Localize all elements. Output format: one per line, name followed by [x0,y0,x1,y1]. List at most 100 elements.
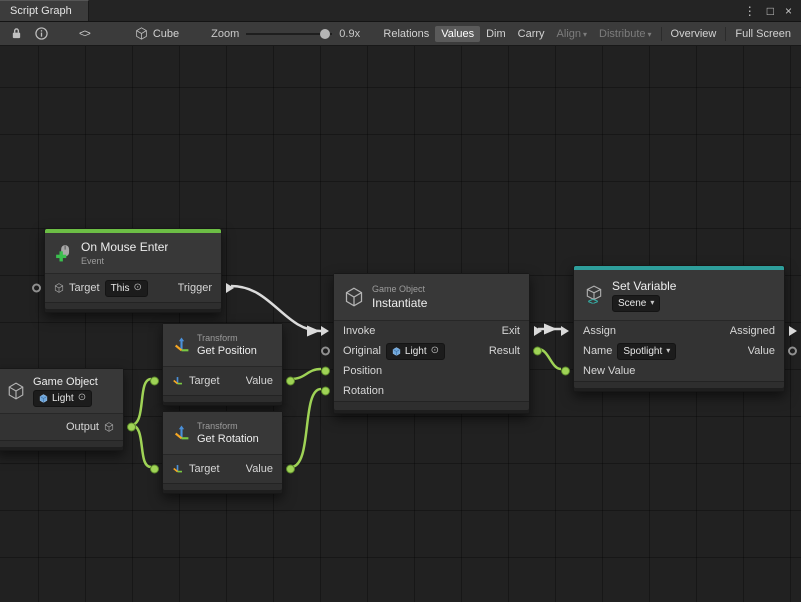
node-category: Transform [197,421,259,431]
context-button[interactable]: Cube [150,26,185,42]
port-row: Assign Assigned [574,320,784,341]
assign-label: Assign [583,325,616,337]
info-icon[interactable] [33,26,49,42]
assign-input-port[interactable] [561,326,569,336]
name-label: Name [583,345,612,357]
gameobject-cube-icon [343,286,365,308]
value-label: Value [246,463,273,475]
node-header: On Mouse Enter Event [45,233,221,273]
node-light-variable[interactable]: Game Object Light ⊙ Output [0,368,124,451]
gameobject-mini-icon [39,394,48,403]
wire-arrowhead [307,326,320,337]
target-input-port[interactable] [32,284,41,293]
window-controls: ⋮ □ × [744,0,801,21]
event-icon [54,243,74,263]
chevron-down-icon: ▾ [666,347,670,355]
overview-button[interactable]: Overview [665,26,723,42]
original-value-chip[interactable]: Light ⊙ [386,343,445,360]
chip-text: Light [52,392,74,405]
exit-output-port[interactable] [534,326,542,336]
port-row: Target Value [163,366,282,395]
new-value-input-port[interactable] [561,367,570,376]
variable-name-dropdown[interactable]: Spotlight ▾ [617,343,676,360]
window-close-icon[interactable]: × [785,5,792,17]
fullscreen-button[interactable]: Full Screen [729,26,797,42]
node-instantiate[interactable]: Game Object Instantiate Invoke Exit Orig… [333,273,530,414]
relations-button[interactable]: Relations [377,26,435,42]
lock-icon[interactable] [8,26,24,42]
exit-label: Exit [502,325,520,337]
dim-button[interactable]: Dim [480,26,512,42]
scope-dropdown[interactable]: Scene ▾ [612,295,660,312]
rotation-label: Rotation [343,385,384,397]
output-label: Output [66,421,99,433]
tab-title: Script Graph [10,5,72,17]
tab-script-graph[interactable]: Script Graph [0,0,89,21]
port-row: Name Spotlight ▾ Value [574,341,784,361]
value-output-port[interactable] [286,377,295,386]
zoom-slider[interactable] [246,33,332,35]
node-title: Get Rotation [197,433,259,445]
wire-arrowhead [544,324,557,335]
object-picker-icon[interactable]: ⊙ [78,393,86,403]
graph-canvas[interactable]: On Mouse Enter Event Target This ⊙ Trigg… [0,46,801,602]
carry-button[interactable]: Carry [512,26,551,42]
trigger-label: Trigger [178,282,212,294]
node-title: Instantiate [372,296,427,310]
assigned-output-port[interactable] [789,326,797,336]
window-maximize-icon[interactable]: □ [767,5,774,17]
result-output-port[interactable] [533,347,542,356]
gameobject-cube-icon [6,381,26,401]
transform-mini-icon [172,463,184,475]
node-header: Game Object Instantiate [334,274,529,320]
result-label: Result [489,345,520,357]
node-get-rotation[interactable]: Transform Get Rotation Target Value [162,411,283,494]
object-picker-icon[interactable]: ⊙ [431,346,439,356]
toolbar-divider [661,27,662,41]
transform-mini-icon [172,375,184,387]
target-input-port[interactable] [150,465,159,474]
value-output-port[interactable] [788,347,797,356]
toolbar-divider [725,27,726,41]
gameobject-mini-icon [54,283,64,293]
node-footer [574,381,784,391]
new-value-label: New Value [583,365,635,377]
target-value-chip[interactable]: This ⊙ [105,280,148,297]
node-category: Transform [197,333,257,343]
node-header: Game Object Light ⊙ [0,369,123,413]
gameobject-mini-icon [104,422,114,432]
original-input-port[interactable] [321,347,330,356]
chip-text: Light [405,345,427,358]
window-menu-icon[interactable]: ⋮ [744,5,756,17]
port-row: Rotation [334,381,529,401]
node-title: Get Position [197,345,257,357]
target-label: Target [189,463,220,475]
light-value-chip[interactable]: Light ⊙ [33,390,92,407]
chevron-down-icon: ▾ [648,30,652,39]
chevron-down-icon: ▾ [583,30,587,39]
output-port[interactable] [127,423,136,432]
transform-icon [172,424,190,442]
zoom-label: Zoom [211,28,239,40]
object-picker-icon[interactable]: ⊙ [133,283,141,293]
node-footer [45,302,221,312]
values-button[interactable]: Values [435,26,480,42]
port-row: Position [334,361,529,381]
port-row: Target This ⊙ Trigger [45,273,221,302]
wire-light-to-getrotation [131,425,151,467]
zoom-slider-knob[interactable] [320,29,330,39]
position-input-port[interactable] [321,367,330,376]
rotation-input-port[interactable] [321,387,330,396]
node-set-variable[interactable]: <> Set Variable Scene ▾ Assign Assigned … [573,265,785,392]
target-label: Target [189,375,220,387]
gameobject-mini-icon [392,347,401,356]
node-get-position[interactable]: Transform Get Position Target Value [162,323,283,406]
node-on-mouse-enter[interactable]: On Mouse Enter Event Target This ⊙ Trigg… [44,228,222,313]
trigger-output-port[interactable] [226,283,234,293]
wire-rotation-value [291,389,321,467]
target-input-port[interactable] [150,377,159,386]
invoke-input-port[interactable] [321,326,329,336]
value-output-port[interactable] [286,465,295,474]
code-icon[interactable]: <> [79,26,90,42]
wire-light-to-getposition [131,379,151,425]
